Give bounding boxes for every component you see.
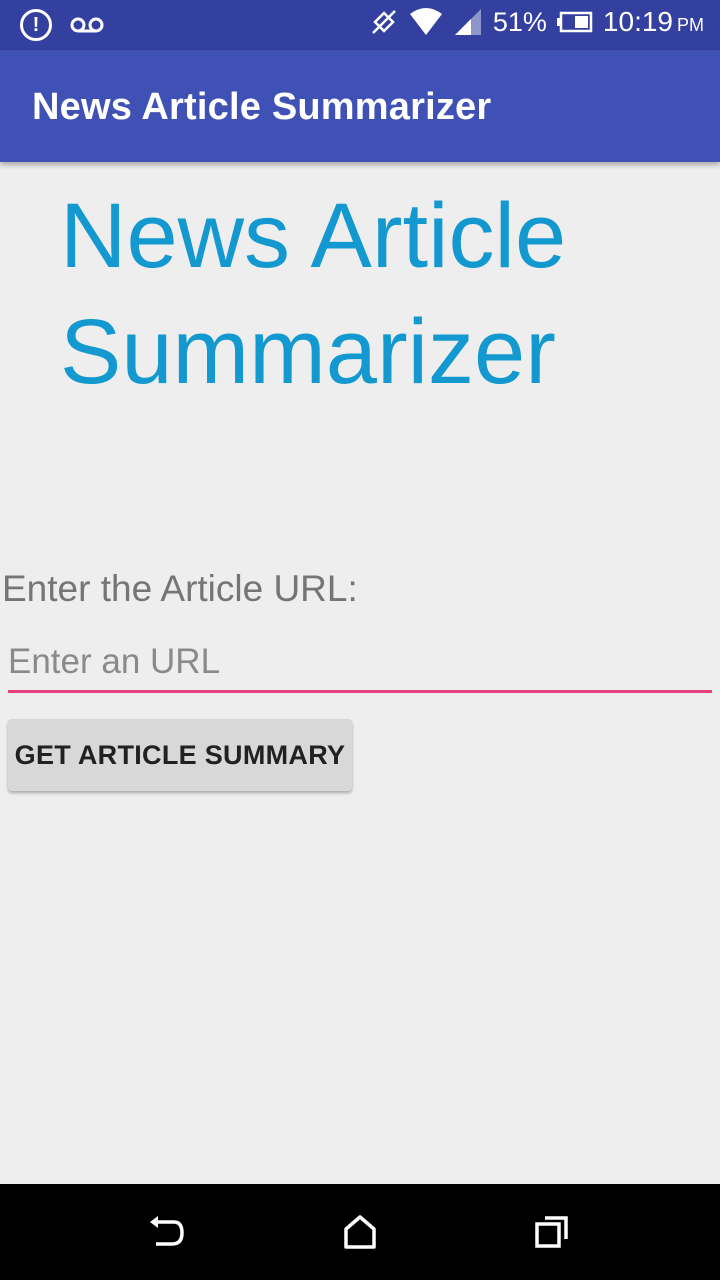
home-button[interactable] — [336, 1208, 384, 1256]
signal-icon — [454, 9, 481, 35]
get-article-summary-button[interactable]: GET ARTICLE SUMMARY — [8, 719, 352, 791]
alert-icon: ! — [20, 9, 52, 41]
battery-icon — [556, 11, 593, 33]
url-label: Enter the Article URL: — [2, 568, 358, 609]
wifi-icon — [409, 8, 442, 35]
headline: News Article Summarizer — [60, 178, 700, 410]
headline-line-2: Summarizer — [60, 301, 556, 403]
battery-percent: 51% — [492, 6, 547, 37]
status-bar: ! 51% 10:19 PM — [0, 0, 720, 50]
headline-line-1: News Article — [60, 185, 567, 287]
nav-bar — [0, 1184, 720, 1280]
app-screen: ! 51% 10:19 PM News Article Summarizer N… — [0, 0, 720, 1280]
back-icon — [150, 1216, 184, 1246]
recents-button[interactable] — [528, 1208, 576, 1256]
app-bar: News Article Summarizer — [0, 50, 720, 162]
data-off-icon — [371, 10, 396, 34]
app-bar-title: News Article Summarizer — [32, 86, 492, 128]
clock-ampm: PM — [677, 15, 704, 35]
clock-time: 10:19 — [602, 6, 673, 37]
url-input[interactable] — [8, 634, 712, 693]
clock: 10:19 PM — [603, 6, 704, 38]
status-right-icons: 51% 10:19 PM — [369, 6, 704, 38]
home-icon — [344, 1215, 376, 1249]
status-left-icons: ! — [20, 9, 104, 41]
back-button[interactable] — [142, 1208, 190, 1256]
recents-icon — [535, 1216, 568, 1248]
voicemail-icon — [70, 17, 104, 33]
